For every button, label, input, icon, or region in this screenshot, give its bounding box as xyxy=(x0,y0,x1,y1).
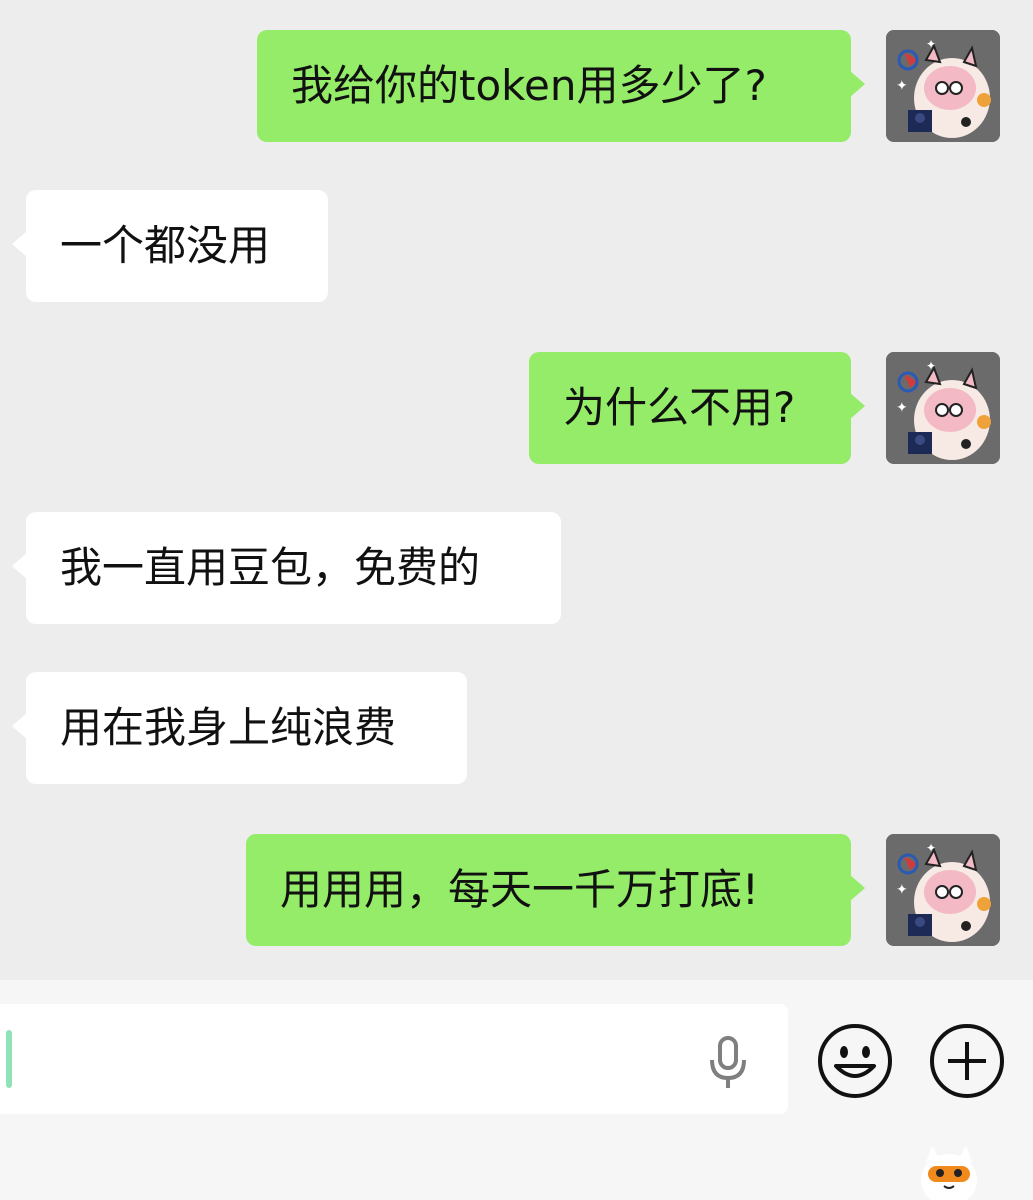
svg-text:✦: ✦ xyxy=(896,400,908,416)
text-cursor xyxy=(6,1030,12,1088)
message-bubble-incoming[interactable]: 用在我身上纯浪费 xyxy=(12,672,467,784)
plus-icon[interactable] xyxy=(928,1022,1006,1100)
cat-avatar-icon: ✦ ✦ xyxy=(886,834,1000,946)
message-text: 我一直用豆包，免费的 xyxy=(60,543,481,592)
message-text: 一个都没用 xyxy=(60,221,271,270)
svg-text:✦: ✦ xyxy=(926,841,936,855)
avatar[interactable]: ✦ ✦ xyxy=(886,30,1000,142)
avatar[interactable]: ✦ ✦ xyxy=(886,834,1000,946)
message-bubble-outgoing[interactable]: 用用用，每天一千万打底! xyxy=(246,834,865,946)
chat-area: 我给你的token用多少了? ✦ ✦ 一个都没用 为什么不用? ✦ ✦ 我一直用… xyxy=(0,0,1033,980)
cat-avatar-icon: ✦ ✦ xyxy=(886,30,1000,142)
avatar[interactable]: ✦ ✦ xyxy=(886,352,1000,464)
svg-text:✦: ✦ xyxy=(926,359,936,373)
mascot-icon xyxy=(921,1146,977,1200)
message-text: 用在我身上纯浪费 xyxy=(60,703,397,752)
bottom-strip xyxy=(0,1140,1033,1200)
message-bubble-outgoing[interactable]: 我给你的token用多少了? xyxy=(257,30,865,142)
message-bubble-incoming[interactable]: 我一直用豆包，免费的 xyxy=(12,512,561,624)
message-bubble-outgoing[interactable]: 为什么不用? xyxy=(529,352,865,464)
message-bubble-incoming[interactable]: 一个都没用 xyxy=(12,190,328,302)
svg-text:✦: ✦ xyxy=(926,37,936,51)
svg-text:✦: ✦ xyxy=(896,882,908,898)
svg-text:✦: ✦ xyxy=(896,78,908,94)
message-text: 为什么不用? xyxy=(563,383,796,432)
message-input[interactable] xyxy=(0,1004,788,1114)
input-bar xyxy=(0,980,1033,1140)
cat-avatar-icon: ✦ ✦ xyxy=(886,352,1000,464)
message-text: 我给你的token用多少了? xyxy=(291,61,767,110)
emoji-icon[interactable] xyxy=(816,1022,894,1100)
microphone-icon[interactable] xyxy=(704,1032,752,1092)
message-text: 用用用，每天一千万打底! xyxy=(280,865,759,914)
